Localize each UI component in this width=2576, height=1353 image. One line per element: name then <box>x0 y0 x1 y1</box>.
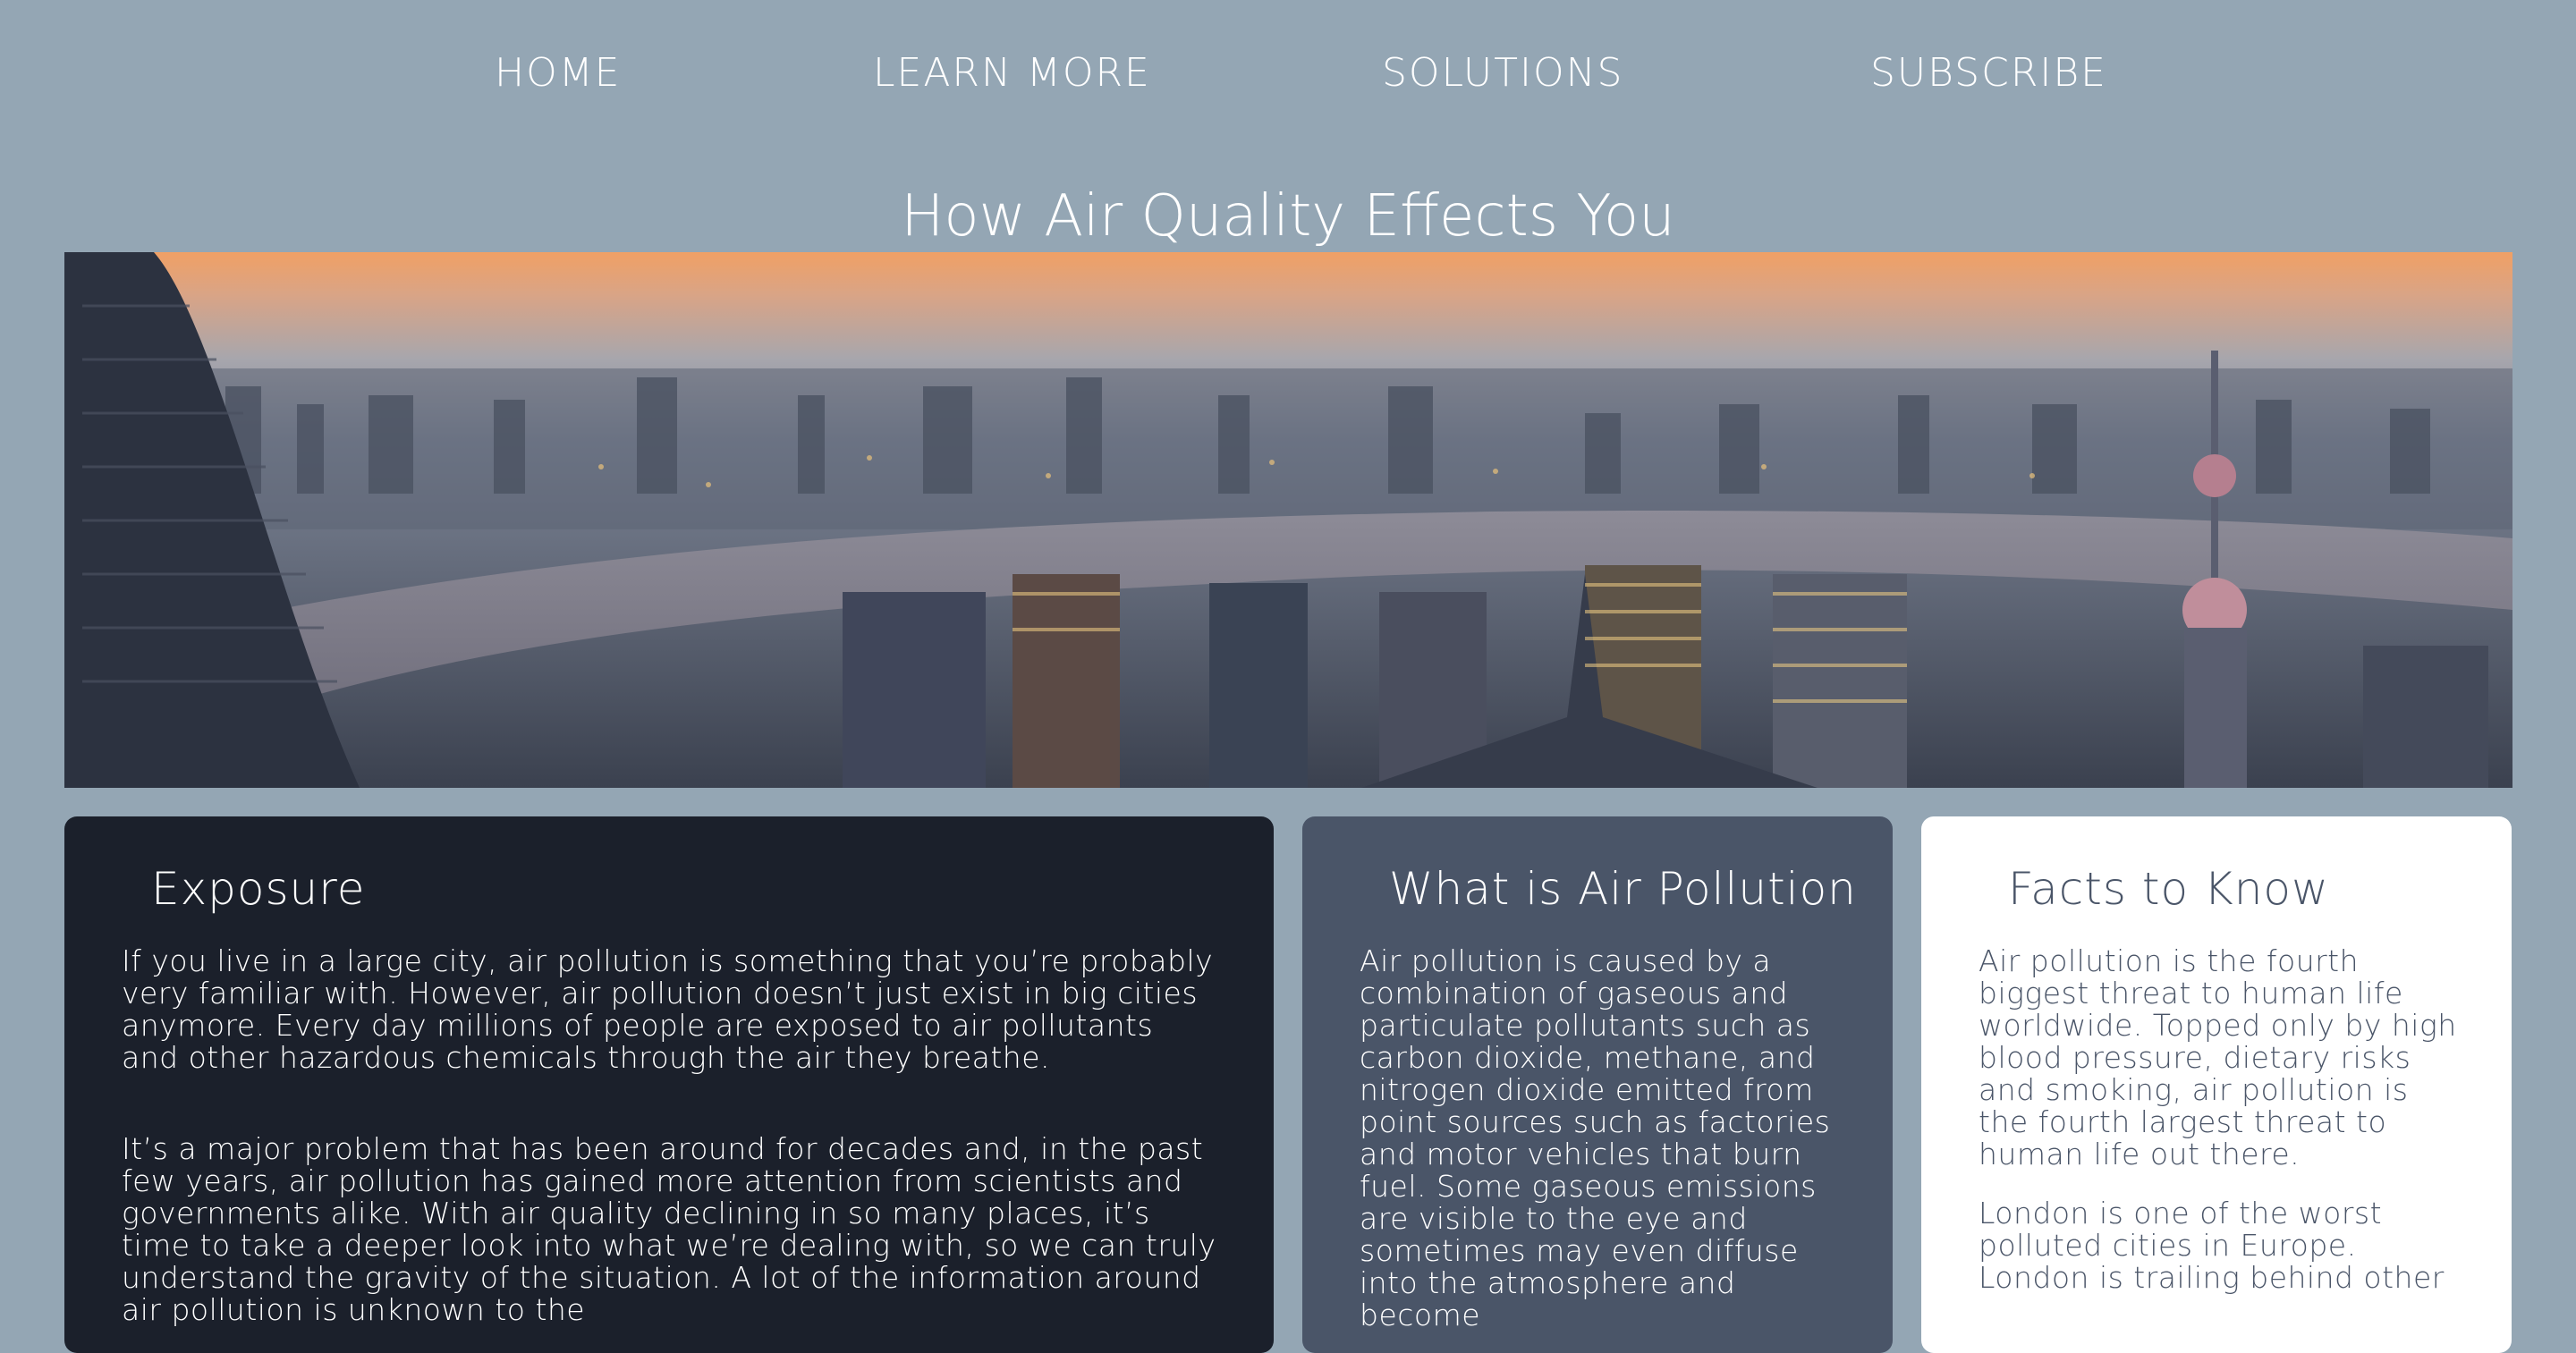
exposure-card: Exposure If you live in a large city, ai… <box>64 816 1274 1353</box>
exposure-body: If you live in a large city, air polluti… <box>122 945 1216 1326</box>
facts-paragraph-2: London is one of the worst polluted citi… <box>1979 1196 2445 1295</box>
nav-home-link[interactable]: HOME <box>495 50 621 96</box>
facts-to-know-card: Facts to Know Air pollution is the fourt… <box>1921 816 2512 1353</box>
what-is-air-pollution-body: Air pollution is caused by a combination… <box>1360 945 1839 1332</box>
exposure-paragraph-2: It’s a major problem that has been aroun… <box>122 1131 1216 1327</box>
facts-to-know-heading: Facts to Know <box>2008 863 2329 915</box>
nav-solutions-link[interactable]: SOLUTIONS <box>1382 50 1623 96</box>
nav-subscribe-link[interactable]: SUBSCRIBE <box>1870 50 2107 96</box>
what-is-air-pollution-heading: What is Air Pollution <box>1389 863 1857 915</box>
facts-to-know-body: Air pollution is the fourth biggest thre… <box>1979 945 2458 1294</box>
what-is-air-pollution-paragraph-1: Air pollution is caused by a combination… <box>1360 943 1831 1332</box>
hero-image-city-skyline <box>64 252 2512 788</box>
city-skyline-illustration <box>64 252 2512 788</box>
top-navigation: HOME LEARN MORE SOLUTIONS SUBSCRIBE <box>0 50 2576 104</box>
exposure-paragraph-1: If you live in a large city, air polluti… <box>122 943 1214 1075</box>
facts-paragraph-1: Air pollution is the fourth biggest thre… <box>1979 943 2457 1171</box>
nav-learn-more-link[interactable]: LEARN MORE <box>873 50 1151 96</box>
what-is-air-pollution-card: What is Air Pollution Air pollution is c… <box>1302 816 1893 1353</box>
page-title: How Air Quality Effects You <box>901 183 1675 249</box>
exposure-heading: Exposure <box>151 863 366 915</box>
